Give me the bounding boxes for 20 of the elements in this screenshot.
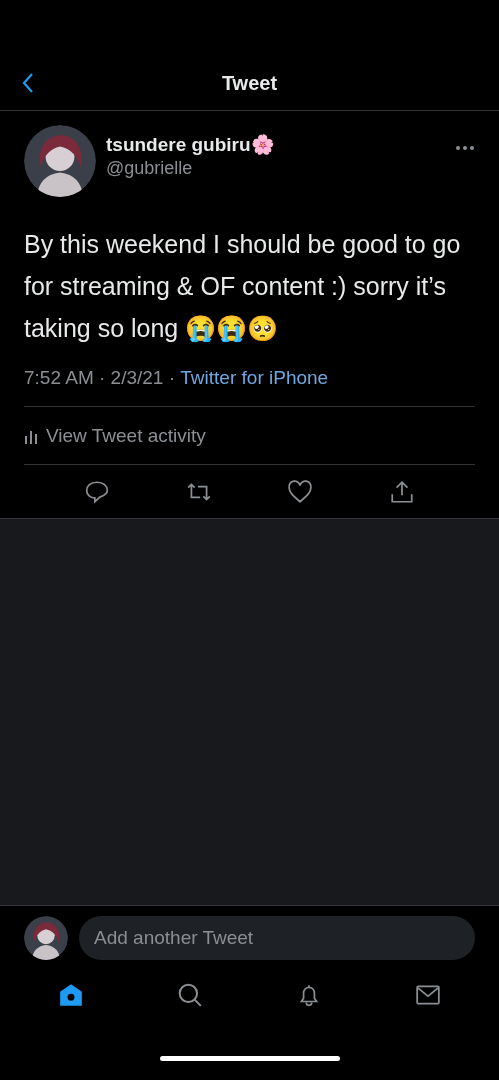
tab[interactable] xyxy=(414,982,441,1008)
avatar-icon[interactable] xyxy=(24,125,96,197)
tweet-text: By this weekend I should be good to go for streaming & OF content :) sorry it’s taking so long 😭😭🥺 xyxy=(24,229,462,344)
more-icon[interactable] xyxy=(455,145,475,151)
source-link[interactable]: Twitter for iPhone xyxy=(180,367,329,389)
tab[interactable] xyxy=(177,982,204,1008)
envelope-icon xyxy=(414,982,441,1008)
author-handle: @gubrielle xyxy=(106,158,194,179)
comment-icon[interactable] xyxy=(83,478,110,505)
search-icon xyxy=(177,982,204,1008)
avatar-icon xyxy=(24,916,68,960)
reply-field[interactable]: Add another Tweet xyxy=(79,916,475,960)
author-name: tsundere gubiru🌸 xyxy=(106,133,276,156)
back-icon[interactable] xyxy=(20,71,36,95)
page-title: Tweet xyxy=(221,72,278,95)
timestamp: 7:52 AM · 2/3/21 · xyxy=(24,367,177,389)
heart-icon[interactable] xyxy=(287,478,314,505)
home-icon xyxy=(58,982,85,1008)
tab[interactable] xyxy=(58,982,85,1008)
activity-link[interactable]: View Tweet activity xyxy=(24,407,475,465)
